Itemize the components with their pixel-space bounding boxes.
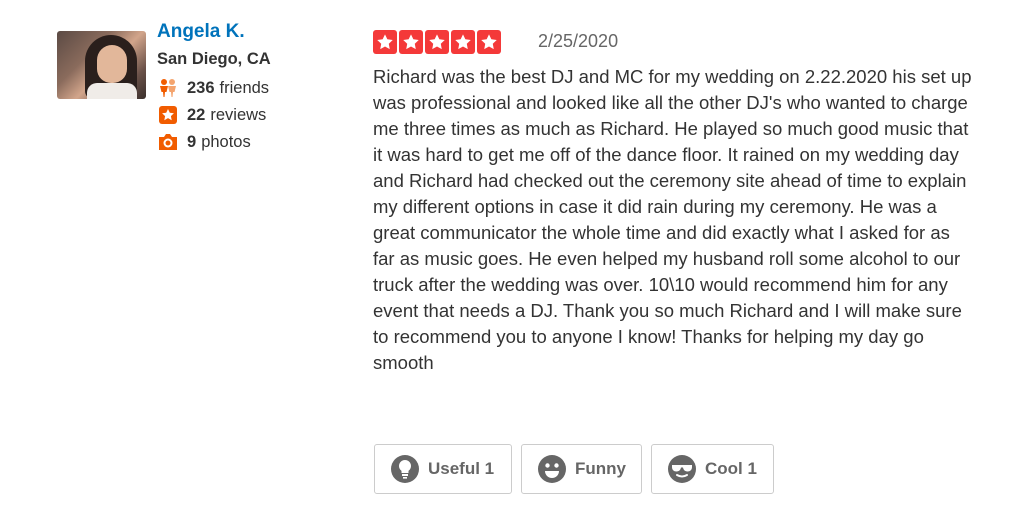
photos-label: photos <box>201 132 251 151</box>
cool-button[interactable]: Cool 1 <box>651 444 774 494</box>
sunglasses-face-icon <box>668 455 696 483</box>
funny-label: Funny <box>575 459 626 478</box>
user-location: San Diego, CA <box>157 50 271 68</box>
star-icon <box>477 30 501 54</box>
star-icon <box>399 30 423 54</box>
review-text: Richard was the best DJ and MC for my we… <box>373 66 972 373</box>
review-date: 2/25/2020 <box>538 31 619 51</box>
useful-button[interactable]: Useful 1 <box>374 444 512 494</box>
star-rating <box>373 30 503 54</box>
star-icon <box>373 30 397 54</box>
friends-label: friends <box>219 78 270 97</box>
photos-count: 9 <box>187 132 197 151</box>
reviews-stat: 22 reviews <box>157 104 266 126</box>
lightbulb-icon <box>391 455 419 483</box>
smiley-icon <box>538 455 566 483</box>
reviews-label: reviews <box>210 105 267 124</box>
useful-label: Useful 1 <box>428 459 495 478</box>
star-badge-icon <box>157 104 179 126</box>
friends-count: 236 <box>187 78 215 97</box>
user-name-link[interactable]: Angela K. <box>157 21 245 43</box>
friends-stat: 236 friends <box>157 77 269 99</box>
reviews-count: 22 <box>187 105 206 124</box>
avatar[interactable] <box>57 31 146 99</box>
funny-button[interactable]: Funny <box>521 444 642 494</box>
star-icon <box>425 30 449 54</box>
photos-stat: 9 photos <box>157 131 251 153</box>
cool-label: Cool 1 <box>705 459 757 478</box>
star-icon <box>451 30 475 54</box>
camera-icon <box>157 131 179 153</box>
friends-icon <box>157 77 179 99</box>
